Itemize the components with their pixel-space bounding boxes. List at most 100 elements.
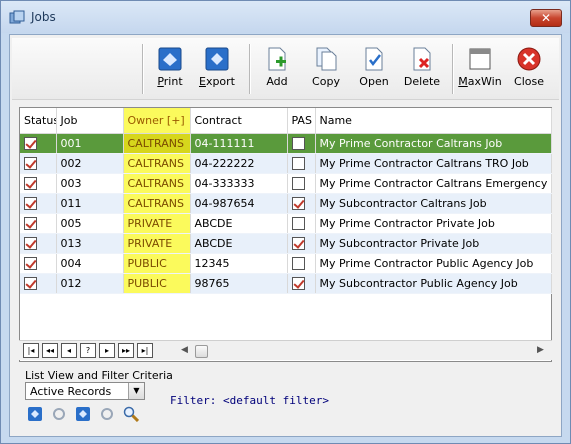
- job-cell[interactable]: 013: [56, 233, 124, 254]
- contract-cell[interactable]: 12345: [190, 253, 288, 274]
- table-row[interactable]: 013 PRIVATE ABCDE My Subcontractor Private …: [20, 233, 552, 254]
- owner-cell[interactable]: PRIVATE: [123, 233, 191, 254]
- help-button[interactable]: ?: [80, 343, 96, 358]
- scroll-right-icon[interactable]: ▶: [537, 345, 544, 355]
- horizontal-scrollbar[interactable]: ◀ ▶: [179, 343, 549, 359]
- open-button[interactable]: Open: [349, 46, 399, 96]
- status-checkbox[interactable]: [24, 276, 37, 290]
- filter-reset-icon[interactable]: [99, 406, 115, 422]
- pas-checkbox[interactable]: [291, 176, 305, 190]
- column-header-job[interactable]: Job: [56, 108, 124, 134]
- scroll-thumb[interactable]: [195, 345, 208, 358]
- job-cell[interactable]: 005: [56, 213, 124, 234]
- print-button[interactable]: Print: [145, 46, 195, 96]
- filter-refresh-icon[interactable]: [51, 406, 67, 422]
- scroll-left-icon[interactable]: ◀: [181, 345, 188, 355]
- status-checkbox[interactable]: [24, 136, 37, 150]
- contract-cell[interactable]: ABCDE: [190, 233, 288, 254]
- prev-page-button[interactable]: ◂◂: [42, 343, 58, 358]
- table-row[interactable]: 004 PUBLIC 12345 My Prime Contractor Public…: [20, 253, 552, 274]
- pas-cell: [287, 273, 316, 294]
- name-cell[interactable]: My Subcontractor Caltrans Job: [315, 193, 552, 214]
- pas-checkbox[interactable]: [291, 236, 305, 250]
- title-bar[interactable]: Jobs ✕: [1, 1, 570, 33]
- contract-cell[interactable]: 04-222222: [190, 153, 288, 174]
- contract-cell[interactable]: 04-333333: [190, 173, 288, 194]
- table-row[interactable]: 003 CALTRANS 04-333333 My Prime Contractor …: [20, 173, 552, 194]
- status-cell: [20, 213, 57, 234]
- owner-cell[interactable]: CALTRANS: [123, 193, 191, 214]
- status-checkbox[interactable]: [24, 256, 37, 270]
- filter-edit-icon[interactable]: [75, 406, 91, 422]
- job-cell[interactable]: 004: [56, 253, 124, 274]
- prev-record-button[interactable]: ◂: [61, 343, 77, 358]
- column-header-status[interactable]: Status: [20, 108, 57, 134]
- copy-button[interactable]: Copy: [301, 46, 351, 96]
- delete-button[interactable]: Delete: [397, 46, 447, 96]
- filter-apply-icon[interactable]: [27, 406, 43, 422]
- pas-checkbox[interactable]: [291, 216, 305, 230]
- contract-cell[interactable]: ABCDE: [190, 213, 288, 234]
- name-cell[interactable]: My Prime Contractor Private Job: [315, 213, 552, 234]
- column-header-name[interactable]: Name: [315, 108, 552, 134]
- owner-cell[interactable]: PUBLIC: [123, 273, 191, 294]
- pas-checkbox[interactable]: [291, 136, 305, 150]
- magnifier-search-icon[interactable]: [123, 406, 139, 422]
- open-document-icon: [365, 47, 383, 71]
- add-button[interactable]: Add: [252, 46, 302, 96]
- owner-cell[interactable]: CALTRANS: [123, 153, 191, 174]
- pas-checkbox[interactable]: [291, 156, 305, 170]
- table-row[interactable]: 012 PUBLIC 98765 My Subcontractor Public Ag…: [20, 273, 552, 294]
- column-header-pas[interactable]: PAS: [287, 108, 316, 134]
- owner-cell[interactable]: CALTRANS: [123, 173, 191, 194]
- next-record-button[interactable]: ▸: [99, 343, 115, 358]
- add-label: Add: [266, 75, 288, 88]
- job-cell[interactable]: 002: [56, 153, 124, 174]
- first-record-button[interactable]: |◂: [23, 343, 39, 358]
- job-cell[interactable]: 011: [56, 193, 124, 214]
- job-cell[interactable]: 001: [56, 133, 124, 154]
- contract-cell[interactable]: 98765: [190, 273, 288, 294]
- owner-cell[interactable]: PRIVATE: [123, 213, 191, 234]
- add-document-icon: [268, 47, 286, 71]
- name-cell[interactable]: My Prime Contractor Public Agency Job: [315, 253, 552, 274]
- table-row[interactable]: 002 CALTRANS 04-222222 My Prime Contractor …: [20, 153, 552, 174]
- last-record-button[interactable]: ▸|: [137, 343, 153, 358]
- pas-checkbox[interactable]: [291, 196, 305, 210]
- name-cell[interactable]: My Prime Contractor Caltrans TRO Job: [315, 153, 552, 174]
- status-checkbox[interactable]: [24, 196, 37, 210]
- filter-group-label: List View and Filter Criteria: [25, 369, 173, 382]
- job-cell[interactable]: 012: [56, 273, 124, 294]
- status-checkbox[interactable]: [24, 176, 37, 190]
- table-row[interactable]: 005 PRIVATE ABCDE My Prime Contractor Priva…: [20, 213, 552, 234]
- close-button[interactable]: Close: [504, 46, 554, 96]
- name-cell[interactable]: My Prime Contractor Caltrans Job: [315, 133, 552, 154]
- status-checkbox[interactable]: [24, 216, 37, 230]
- pas-checkbox[interactable]: [291, 276, 305, 290]
- status-checkbox[interactable]: [24, 236, 37, 250]
- export-label: xport: [205, 75, 235, 88]
- pas-checkbox[interactable]: [291, 256, 305, 270]
- list-view-select[interactable]: Active Records ▼: [25, 382, 145, 400]
- name-cell[interactable]: My Subcontractor Public Agency Job: [315, 273, 552, 294]
- pas-cell: [287, 233, 316, 254]
- jobs-grid[interactable]: Status Job Owner [+] Contract PAS Name 0…: [19, 107, 552, 362]
- table-row[interactable]: 011 CALTRANS 04-987654 My Subcontractor Cal…: [20, 193, 552, 214]
- window-close-button[interactable]: ✕: [530, 9, 562, 27]
- maxwin-button[interactable]: MaxWin: [455, 46, 505, 96]
- next-page-button[interactable]: ▸▸: [118, 343, 134, 358]
- status-checkbox[interactable]: [24, 156, 37, 170]
- name-cell[interactable]: My Subcontractor Private Job: [315, 233, 552, 254]
- table-row[interactable]: 001 CALTRANS 04-111111 My Prime Contractor …: [20, 133, 552, 154]
- export-button[interactable]: Export: [192, 46, 242, 96]
- contract-cell[interactable]: 04-111111: [190, 133, 288, 154]
- job-cell[interactable]: 003: [56, 173, 124, 194]
- owner-cell[interactable]: CALTRANS: [123, 133, 191, 154]
- status-cell: [20, 193, 57, 214]
- name-cell[interactable]: My Prime Contractor Caltrans Emergency: [315, 173, 552, 194]
- column-header-contract[interactable]: Contract: [190, 108, 288, 134]
- owner-cell[interactable]: PUBLIC: [123, 253, 191, 274]
- contract-cell[interactable]: 04-987654: [190, 193, 288, 214]
- chevron-down-icon[interactable]: ▼: [128, 383, 144, 399]
- column-header-owner[interactable]: Owner [+]: [123, 108, 191, 134]
